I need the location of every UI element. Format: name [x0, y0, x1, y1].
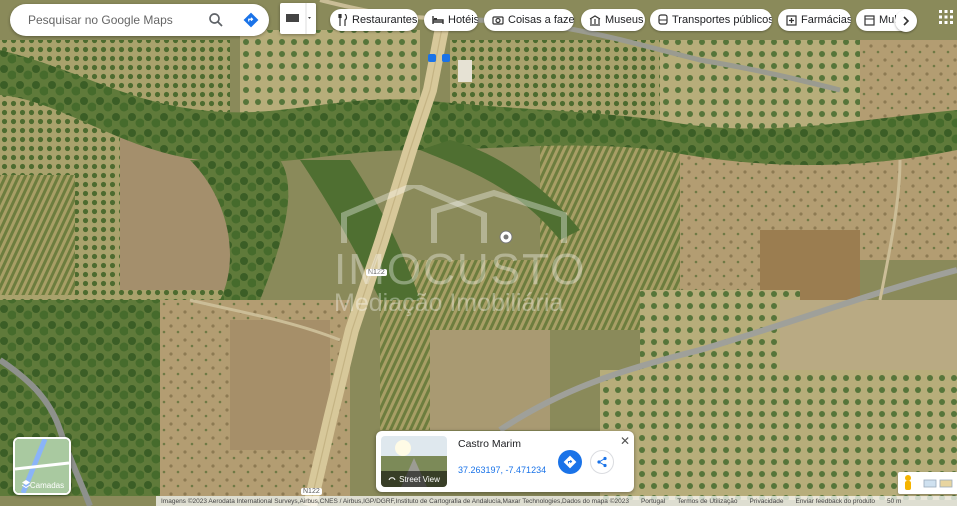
chevron-right-icon	[903, 16, 910, 26]
place-card: Street View Castro Marim 37.263197, -7.4…	[376, 431, 634, 492]
search-box	[10, 4, 269, 36]
close-icon[interactable]: ✕	[620, 434, 630, 448]
attribution-bar: Imagens ©2023 Aerodata International Sur…	[156, 496, 957, 506]
layers-button[interactable]: Camadas	[13, 437, 71, 495]
chips-scroll-right-button[interactable]	[895, 10, 917, 32]
scale-label[interactable]: 50 m	[887, 498, 901, 505]
chip-label: Transportes públicos	[672, 14, 772, 26]
street-view-label: Street View	[399, 474, 440, 484]
atm-icon	[864, 14, 875, 26]
directions-icon	[563, 455, 577, 469]
street-view-thumbnail[interactable]: Street View	[381, 436, 447, 487]
chip-label: Restaurantes	[352, 14, 418, 26]
chip-label: Farmácias	[801, 14, 851, 26]
place-coordinates[interactable]: 37.263197, -7.471234	[458, 465, 546, 475]
street-view-label-bar: Street View	[381, 471, 447, 487]
map-type-dropdown[interactable]	[280, 3, 316, 34]
pharmacy-icon	[786, 14, 797, 26]
street-view-icon	[388, 477, 396, 481]
camera-icon	[492, 16, 504, 25]
directions-icon[interactable]	[242, 11, 260, 29]
bus-icon	[658, 14, 668, 25]
chip-label: Museus	[605, 14, 644, 26]
fork-knife-icon	[338, 14, 348, 26]
museum-icon	[589, 14, 601, 26]
layers-label: Camadas	[29, 481, 65, 490]
search-icon[interactable]	[207, 11, 225, 29]
chip-pharmacies[interactable]: Farmácias	[778, 9, 851, 31]
keyboard-icon	[286, 3, 311, 34]
chip-label: Coisas a fazer	[508, 14, 574, 26]
apps-grid-icon[interactable]	[938, 9, 954, 25]
place-title: Castro Marim	[458, 438, 522, 450]
chip-hotels[interactable]: Hotéis	[424, 9, 478, 31]
street-view-pegman-control[interactable]	[898, 472, 957, 494]
chip-label: Hotéis	[448, 14, 478, 26]
feedback-link[interactable]: Enviar feedback do produto	[795, 498, 875, 505]
road-label-n122: N122	[366, 269, 387, 276]
country-label: Portugal	[640, 497, 666, 505]
share-icon	[597, 456, 607, 468]
directions-button[interactable]	[558, 450, 582, 474]
chip-restaurants[interactable]: Restaurantes	[330, 9, 418, 31]
imagery-credits: Imagens ©2023 Aerodata International Sur…	[161, 497, 629, 505]
pegman-icon	[905, 475, 953, 490]
terms-link[interactable]: Termos de Utilização	[677, 498, 737, 505]
share-button[interactable]	[590, 450, 614, 474]
privacy-link[interactable]: Privacidade	[750, 498, 784, 505]
chip-things-to-do[interactable]: Coisas a fazer	[484, 9, 574, 31]
chip-public-transport[interactable]: Transportes públicos	[650, 9, 772, 31]
search-input[interactable]	[26, 12, 200, 28]
road-label-n122-bottom: N122	[301, 488, 322, 495]
bed-icon	[432, 16, 444, 24]
chip-museums[interactable]: Museus	[581, 9, 645, 31]
